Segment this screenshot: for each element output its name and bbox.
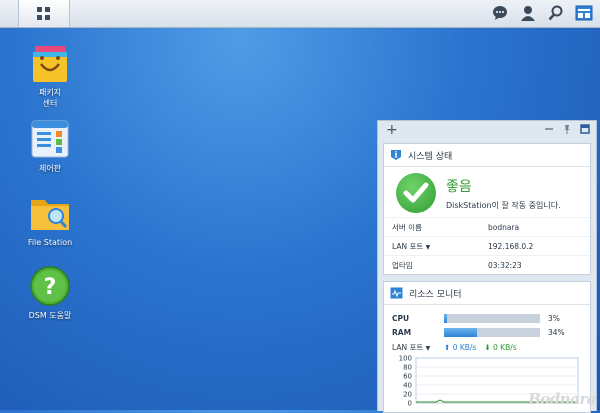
monitor-icon — [390, 287, 403, 299]
check-icon — [396, 173, 436, 213]
system-health-title: 시스템 상태 — [408, 151, 453, 162]
chart-y-tick-label: 40 — [403, 382, 412, 390]
desktop-item-label: File Station — [27, 238, 73, 247]
watermark: Bodnara — [528, 390, 596, 408]
widgets-icon[interactable] — [574, 3, 594, 23]
cpu-percent: 3% — [548, 313, 560, 323]
cpu-bar-fill — [444, 313, 447, 323]
health-message: DiskStation이 잘 작동 중입니다. — [446, 200, 561, 210]
lan-port-value: 192.168.0.2 — [488, 241, 534, 251]
control-panel-icon — [31, 120, 69, 158]
health-status-row: 좋음 DiskStation이 잘 작동 중입니다. — [384, 167, 590, 217]
network-port-dropdown[interactable]: LAN 포트 ▼ — [392, 342, 436, 353]
desktop-item-package-center[interactable]: 패키지 센터 — [15, 42, 85, 109]
ram-row: RAM 34% — [384, 325, 590, 339]
ram-bar — [444, 327, 540, 337]
system-health-header: i 시스템 상태 — [384, 144, 590, 167]
lan-port-row: LAN 포트 ▼ 192.168.0.2 — [384, 236, 590, 255]
server-name-value: bodnara — [488, 222, 520, 232]
download-rate: ⬇ 0 KB/s — [484, 342, 517, 352]
widget-panel-header: + — [378, 121, 596, 141]
main-menu-button[interactable] — [18, 0, 70, 27]
search-icon[interactable] — [546, 3, 566, 23]
svg-text:i: i — [394, 150, 397, 160]
pin-icon[interactable] — [562, 124, 572, 134]
desktop-item-file-station[interactable]: File Station — [15, 192, 85, 248]
package-center-icon — [33, 46, 67, 82]
help-icon: ? — [30, 266, 70, 306]
chart-y-tick-label: 100 — [399, 355, 412, 363]
add-widget-icon[interactable]: + — [386, 122, 398, 138]
ram-percent: 34% — [548, 327, 565, 337]
ram-bar-fill — [444, 327, 477, 337]
chart-y-tick-label: 0 — [408, 400, 412, 408]
chart-y-tick-label: 80 — [403, 364, 412, 372]
chart-y-tick-label: 60 — [403, 373, 412, 381]
desktop-item-label: DSM 도움말 — [28, 311, 72, 320]
grid-menu-icon — [37, 6, 50, 20]
network-row: LAN 포트 ▼ ⬆ 0 KB/s ⬇ 0 KB/s — [384, 339, 590, 355]
server-name-row: 서버 이름 bodnara — [384, 217, 590, 236]
arrow-up-icon: ⬆ — [444, 342, 451, 352]
minimize-icon[interactable] — [544, 124, 554, 134]
widget-panel: + i 시스템 상태 좋음 DiskStation이 잘 작동 중입니다. 서버… — [377, 120, 597, 413]
resource-monitor-title: 리소스 모니터 — [409, 289, 462, 300]
desktop-item-label: 제어판 — [38, 164, 62, 173]
file-station-icon — [31, 200, 69, 230]
ram-label: RAM — [392, 327, 412, 337]
caret-down-icon: ▼ — [425, 344, 431, 352]
cpu-label: CPU — [392, 313, 410, 323]
cpu-row: CPU 3% — [384, 311, 590, 325]
desktop-item-control-panel[interactable]: 제어판 — [15, 118, 85, 174]
collapse-panel-icon[interactable] — [580, 124, 590, 134]
lan-port-dropdown[interactable]: LAN 포트 ▼ — [392, 241, 488, 252]
system-health-widget: i 시스템 상태 좋음 DiskStation이 잘 작동 중입니다. 서버 이… — [383, 143, 591, 275]
caret-down-icon: ▼ — [425, 243, 431, 251]
resource-monitor-header: 리소스 모니터 — [384, 282, 590, 305]
chart-y-tick-label: 20 — [403, 391, 412, 399]
chat-icon[interactable] — [490, 3, 510, 23]
server-name-label: 서버 이름 — [392, 222, 422, 232]
uptime-value: 03:32:23 — [488, 260, 522, 270]
user-icon[interactable] — [518, 3, 538, 23]
health-status: 좋음 — [446, 178, 472, 195]
uptime-row: 업타임 03:32:23 — [384, 255, 590, 274]
upload-rate: ⬆ 0 KB/s — [444, 342, 477, 352]
cpu-bar — [444, 313, 540, 323]
svg-text:?: ? — [44, 275, 57, 300]
info-icon: i — [391, 150, 401, 160]
arrow-down-icon: ⬇ — [484, 342, 491, 352]
desktop-item-label: 패키지 센터 — [38, 88, 62, 108]
desktop-item-dsm-help[interactable]: ? DSM 도움말 — [15, 265, 85, 321]
taskbar — [0, 0, 600, 28]
uptime-label: 업타임 — [392, 260, 413, 270]
